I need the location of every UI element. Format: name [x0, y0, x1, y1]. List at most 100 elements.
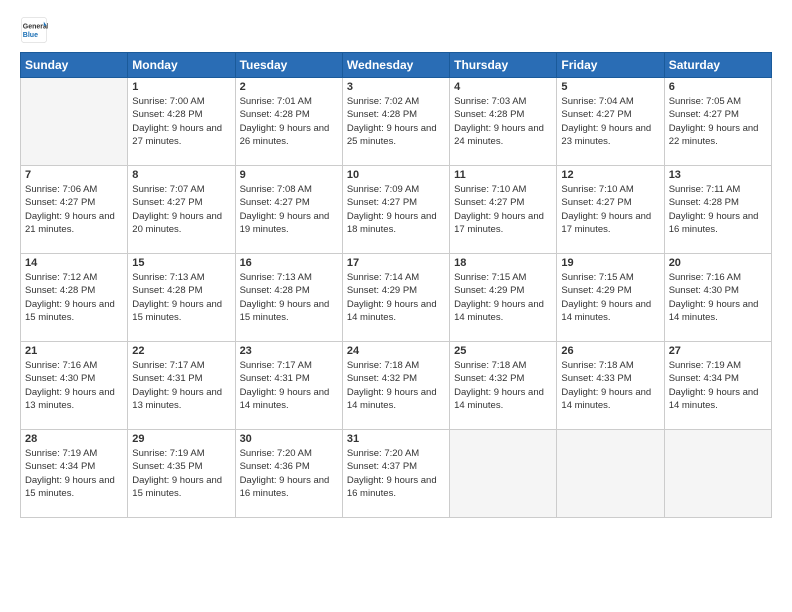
header: General Blue	[20, 16, 772, 44]
calendar-cell: 15 Sunrise: 7:13 AMSunset: 4:28 PMDayligh…	[128, 254, 235, 342]
day-info: Sunrise: 7:07 AMSunset: 4:27 PMDaylight:…	[132, 183, 230, 236]
day-number: 23	[240, 345, 338, 357]
page: General Blue SundayMondayTuesdayWednesda…	[0, 0, 792, 528]
day-info: Sunrise: 7:15 AMSunset: 4:29 PMDaylight:…	[561, 271, 659, 324]
day-info: Sunrise: 7:08 AMSunset: 4:27 PMDaylight:…	[240, 183, 338, 236]
day-number: 5	[561, 81, 659, 93]
day-number: 3	[347, 81, 445, 93]
day-info: Sunrise: 7:17 AMSunset: 4:31 PMDaylight:…	[240, 359, 338, 412]
day-number: 15	[132, 257, 230, 269]
day-info: Sunrise: 7:06 AMSunset: 4:27 PMDaylight:…	[25, 183, 123, 236]
day-info: Sunrise: 7:10 AMSunset: 4:27 PMDaylight:…	[454, 183, 552, 236]
calendar-cell: 12Sunrise: 7:10 AMSunset: 4:27 PMDayligh…	[557, 166, 664, 254]
day-number: 22	[132, 345, 230, 357]
day-number: 10	[347, 169, 445, 181]
day-info: Sunrise: 7:02 AMSunset: 4:28 PMDaylight:…	[347, 95, 445, 148]
calendar-cell: 6 Sunrise: 7:05 AMSunset: 4:27 PMDaylight…	[664, 78, 771, 166]
day-number: 14	[25, 257, 123, 269]
day-number: 29	[132, 433, 230, 445]
calendar-cell: 5 Sunrise: 7:04 AMSunset: 4:27 PMDaylight…	[557, 78, 664, 166]
day-number: 16	[240, 257, 338, 269]
calendar-cell: 29 Sunrise: 7:19 AMSunset: 4:35 PMDayligh…	[128, 430, 235, 518]
calendar-cell: 17Sunrise: 7:14 AMSunset: 4:29 PMDayligh…	[342, 254, 449, 342]
calendar-cell: 7 Sunrise: 7:06 AMSunset: 4:27 PMDaylight…	[21, 166, 128, 254]
day-info: Sunrise: 7:05 AMSunset: 4:27 PMDaylight:…	[669, 95, 767, 148]
day-number: 19	[561, 257, 659, 269]
day-number: 27	[669, 345, 767, 357]
day-number: 7	[25, 169, 123, 181]
calendar-week-0: 1Sunrise: 7:00 AMSunset: 4:28 PMDaylight…	[21, 78, 772, 166]
day-info: Sunrise: 7:19 AMSunset: 4:34 PMDaylight:…	[25, 447, 123, 500]
day-info: Sunrise: 7:19 AMSunset: 4:34 PMDaylight:…	[669, 359, 767, 412]
day-info: Sunrise: 7:20 AMSunset: 4:36 PMDaylight:…	[240, 447, 338, 500]
calendar-cell: 14 Sunrise: 7:12 AMSunset: 4:28 PMDayligh…	[21, 254, 128, 342]
calendar-header-row: SundayMondayTuesdayWednesdayThursdayFrid…	[21, 53, 772, 78]
day-header-wednesday: Wednesday	[342, 53, 449, 78]
day-info: Sunrise: 7:03 AMSunset: 4:28 PMDaylight:…	[454, 95, 552, 148]
day-header-tuesday: Tuesday	[235, 53, 342, 78]
day-number: 21	[25, 345, 123, 357]
calendar-cell: 11 Sunrise: 7:10 AMSunset: 4:27 PMDayligh…	[450, 166, 557, 254]
day-header-sunday: Sunday	[21, 53, 128, 78]
logo-icon: General Blue	[20, 16, 48, 44]
calendar-week-2: 14 Sunrise: 7:12 AMSunset: 4:28 PMDayligh…	[21, 254, 772, 342]
day-number: 9	[240, 169, 338, 181]
calendar-cell: 21 Sunrise: 7:16 AMSunset: 4:30 PMDayligh…	[21, 342, 128, 430]
calendar-cell: 1Sunrise: 7:00 AMSunset: 4:28 PMDaylight…	[128, 78, 235, 166]
day-info: Sunrise: 7:18 AMSunset: 4:32 PMDaylight:…	[347, 359, 445, 412]
day-info: Sunrise: 7:13 AMSunset: 4:28 PMDaylight:…	[132, 271, 230, 324]
day-number: 8	[132, 169, 230, 181]
calendar-cell: 30 Sunrise: 7:20 AMSunset: 4:36 PMDayligh…	[235, 430, 342, 518]
calendar-cell	[664, 430, 771, 518]
day-number: 6	[669, 81, 767, 93]
calendar-cell: 31 Sunrise: 7:20 AMSunset: 4:37 PMDayligh…	[342, 430, 449, 518]
day-header-friday: Friday	[557, 53, 664, 78]
day-info: Sunrise: 7:12 AMSunset: 4:28 PMDaylight:…	[25, 271, 123, 324]
calendar-cell: 13 Sunrise: 7:11 AMSunset: 4:28 PMDayligh…	[664, 166, 771, 254]
calendar-cell: 26Sunrise: 7:18 AMSunset: 4:33 PMDayligh…	[557, 342, 664, 430]
day-number: 17	[347, 257, 445, 269]
day-number: 31	[347, 433, 445, 445]
day-number: 18	[454, 257, 552, 269]
day-number: 25	[454, 345, 552, 357]
day-info: Sunrise: 7:10 AMSunset: 4:27 PMDaylight:…	[561, 183, 659, 236]
day-info: Sunrise: 7:15 AMSunset: 4:29 PMDaylight:…	[454, 271, 552, 324]
calendar-cell: 24Sunrise: 7:18 AMSunset: 4:32 PMDayligh…	[342, 342, 449, 430]
day-number: 4	[454, 81, 552, 93]
day-number: 13	[669, 169, 767, 181]
calendar-cell: 10 Sunrise: 7:09 AMSunset: 4:27 PMDayligh…	[342, 166, 449, 254]
day-info: Sunrise: 7:18 AMSunset: 4:32 PMDaylight:…	[454, 359, 552, 412]
calendar-cell: 3 Sunrise: 7:02 AMSunset: 4:28 PMDaylight…	[342, 78, 449, 166]
day-info: Sunrise: 7:04 AMSunset: 4:27 PMDaylight:…	[561, 95, 659, 148]
day-info: Sunrise: 7:01 AMSunset: 4:28 PMDaylight:…	[240, 95, 338, 148]
calendar-cell: 2 Sunrise: 7:01 AMSunset: 4:28 PMDaylight…	[235, 78, 342, 166]
calendar-cell	[450, 430, 557, 518]
day-header-monday: Monday	[128, 53, 235, 78]
day-info: Sunrise: 7:13 AMSunset: 4:28 PMDaylight:…	[240, 271, 338, 324]
day-number: 11	[454, 169, 552, 181]
day-info: Sunrise: 7:09 AMSunset: 4:27 PMDaylight:…	[347, 183, 445, 236]
day-info: Sunrise: 7:11 AMSunset: 4:28 PMDaylight:…	[669, 183, 767, 236]
day-info: Sunrise: 7:16 AMSunset: 4:30 PMDaylight:…	[669, 271, 767, 324]
calendar-cell: 28 Sunrise: 7:19 AMSunset: 4:34 PMDayligh…	[21, 430, 128, 518]
calendar-cell: 19 Sunrise: 7:15 AMSunset: 4:29 PMDayligh…	[557, 254, 664, 342]
day-number: 30	[240, 433, 338, 445]
day-number: 28	[25, 433, 123, 445]
calendar-cell	[557, 430, 664, 518]
calendar-cell: 9 Sunrise: 7:08 AMSunset: 4:27 PMDaylight…	[235, 166, 342, 254]
day-info: Sunrise: 7:19 AMSunset: 4:35 PMDaylight:…	[132, 447, 230, 500]
day-number: 1	[132, 81, 230, 93]
day-info: Sunrise: 7:20 AMSunset: 4:37 PMDaylight:…	[347, 447, 445, 500]
calendar-week-4: 28 Sunrise: 7:19 AMSunset: 4:34 PMDayligh…	[21, 430, 772, 518]
day-header-saturday: Saturday	[664, 53, 771, 78]
calendar-cell	[21, 78, 128, 166]
calendar-table: SundayMondayTuesdayWednesdayThursdayFrid…	[20, 52, 772, 518]
day-info: Sunrise: 7:16 AMSunset: 4:30 PMDaylight:…	[25, 359, 123, 412]
svg-text:Blue: Blue	[23, 32, 38, 39]
calendar-cell: 16 Sunrise: 7:13 AMSunset: 4:28 PMDayligh…	[235, 254, 342, 342]
calendar-cell: 20Sunrise: 7:16 AMSunset: 4:30 PMDayligh…	[664, 254, 771, 342]
day-number: 26	[561, 345, 659, 357]
calendar-cell: 27 Sunrise: 7:19 AMSunset: 4:34 PMDayligh…	[664, 342, 771, 430]
day-number: 2	[240, 81, 338, 93]
day-info: Sunrise: 7:17 AMSunset: 4:31 PMDaylight:…	[132, 359, 230, 412]
